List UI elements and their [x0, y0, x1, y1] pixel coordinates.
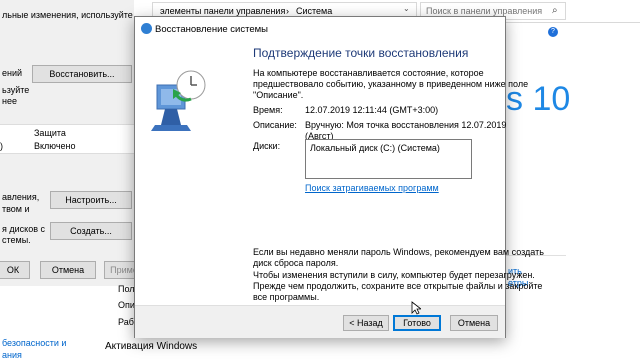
bg-text: льные изменения, используйте — [2, 10, 133, 20]
disk-item[interactable]: Локальный диск (C:) (Система) — [310, 143, 440, 154]
security-link[interactable]: безопасности и — [2, 338, 66, 349]
table-cell: Включено — [34, 141, 76, 151]
restart-note: все программы. — [253, 292, 320, 302]
dialog-sidebar — [135, 41, 245, 319]
restart-note: Прежде чем продолжить, сохраните все отк… — [253, 281, 543, 291]
dialog-titlebar[interactable]: Восстановление системы — [135, 17, 505, 41]
dialog-title: Восстановление системы — [155, 24, 269, 35]
info-label: Раб — [118, 317, 134, 327]
search-icon[interactable]: ⌕ — [552, 5, 564, 17]
disks-label: Диски: — [253, 141, 281, 151]
intro-line: предшествовало событию, указанному в при… — [253, 79, 529, 89]
bg-text: авления, — [2, 192, 40, 202]
bg-link[interactable]: ания — [2, 350, 22, 361]
password-note: диск сброса пароля. — [253, 258, 339, 268]
scan-affected-programs-link[interactable]: Поиск затрагиваемых программ — [305, 183, 439, 194]
restore-illustration-icon — [151, 70, 206, 131]
bg-text: ений — [2, 68, 23, 78]
info-label: Пол — [118, 284, 135, 294]
help-icon[interactable]: ? — [548, 27, 558, 37]
system-restore-dialog: Восстановление системы Подтверждение точ… — [134, 16, 544, 338]
restart-note: Чтобы изменения вступили в силу, компьют… — [253, 270, 535, 280]
time-value: 12.07.2019 12:11:44 (GMT+3:00) — [305, 105, 439, 115]
info-label: Опи — [118, 300, 135, 310]
configure-button[interactable]: Настроить... — [50, 191, 132, 209]
description-value: Вручную: Моя точка восстановления 12.07.… — [305, 120, 507, 130]
bg-text: ьзуйте — [2, 85, 30, 95]
bg-text: твом и — [2, 204, 30, 214]
bg-text: стемы. — [2, 235, 31, 245]
back-button[interactable]: < Назад — [343, 315, 389, 331]
bg-text: нее — [2, 96, 17, 106]
restore-button[interactable]: Восстановить... — [32, 65, 132, 83]
dialog-heading: Подтверждение точки восстановления — [253, 46, 469, 60]
ok-button[interactable]: ОК — [0, 261, 30, 279]
activation-heading: Активация Windows — [105, 341, 198, 352]
bg-text: я дисков с — [2, 224, 45, 234]
time-label: Время: — [253, 105, 283, 115]
disks-list[interactable]: Локальный диск (C:) (Система) — [305, 139, 472, 179]
system-restore-icon — [141, 23, 152, 34]
table-cell: ) — [0, 141, 3, 151]
dialog-footer: < Назад Готово Отмена — [135, 305, 505, 338]
chevron-down-icon[interactable]: ⌄ — [403, 4, 413, 16]
intro-line: На компьютере восстанавливается состояни… — [253, 68, 484, 78]
mouse-cursor-icon — [411, 301, 421, 315]
description-label: Описание: — [253, 120, 297, 130]
table-header: Защита — [34, 128, 66, 138]
finish-button[interactable]: Готово — [393, 315, 441, 331]
create-button[interactable]: Создать... — [50, 222, 132, 240]
cancel-button[interactable]: Отмена — [40, 261, 96, 279]
intro-line: "Описание". — [253, 90, 304, 100]
cancel-button[interactable]: Отмена — [450, 315, 498, 331]
password-note: Если вы недавно меняли пароль Windows, р… — [253, 247, 544, 257]
